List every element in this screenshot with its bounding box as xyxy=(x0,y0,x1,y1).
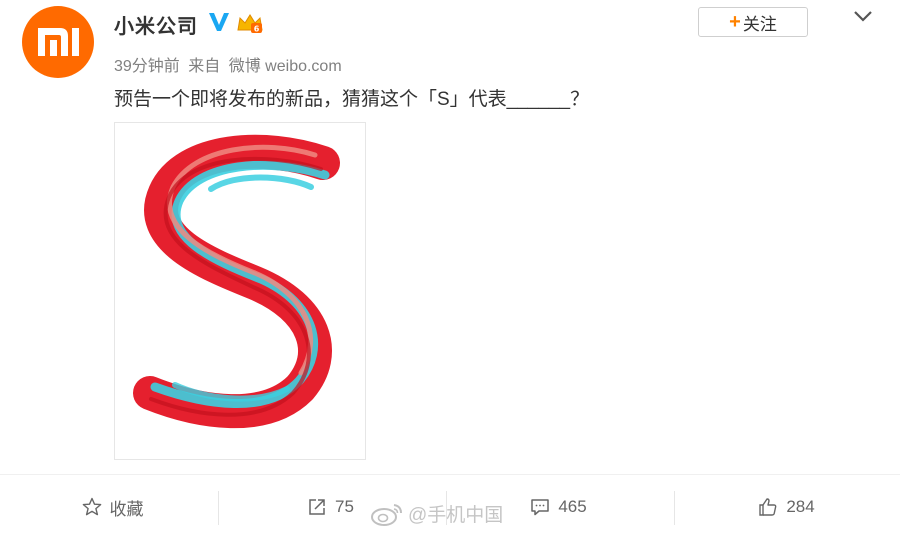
svg-text:6: 6 xyxy=(254,25,260,34)
post-meta: 39分钟前 来自 微博 weibo.com xyxy=(114,52,346,76)
thumbs-up-icon xyxy=(759,498,777,516)
repost-button[interactable]: 75 xyxy=(218,475,443,539)
like-count: 284 xyxy=(786,497,815,516)
post-time[interactable]: 39分钟前 xyxy=(114,58,180,75)
share-icon xyxy=(309,499,325,515)
mi-logo-avatar[interactable] xyxy=(22,6,94,78)
mi-logo-icon xyxy=(38,28,79,56)
repost-count: 75 xyxy=(335,497,354,516)
username[interactable]: 小米公司 xyxy=(114,10,198,39)
weibo-post-card: 小米公司 6 39分钟前 来自 微博 weibo.com + 关注 预告一个即将… xyxy=(0,0,900,539)
chevron-down-icon[interactable] xyxy=(852,8,874,24)
post-source[interactable]: 微博 weibo.com xyxy=(229,58,342,75)
action-bar: 收藏 75 465 284 xyxy=(0,474,900,539)
star-icon xyxy=(82,497,101,516)
post-image[interactable] xyxy=(114,122,366,460)
comment-count: 465 xyxy=(558,497,587,516)
favorite-button[interactable]: 收藏 xyxy=(0,475,225,539)
brushstroke-s-image xyxy=(133,134,340,429)
comment-button[interactable]: 465 xyxy=(446,475,671,539)
verified-v-icon xyxy=(209,13,229,31)
follow-label: 关注 xyxy=(742,14,777,34)
follow-button[interactable]: + 关注 xyxy=(698,7,808,37)
comment-icon xyxy=(531,499,550,516)
plus-icon: + xyxy=(729,10,741,33)
source-prefix: 来自 xyxy=(188,58,221,75)
post-text: 预告一个即将发布的新品，猜猜这个「S」代表______？ xyxy=(114,89,590,110)
vip-crown-icon[interactable]: 6 xyxy=(236,12,264,34)
like-button[interactable]: 284 xyxy=(674,475,899,539)
favorite-label: 收藏 xyxy=(109,499,144,519)
